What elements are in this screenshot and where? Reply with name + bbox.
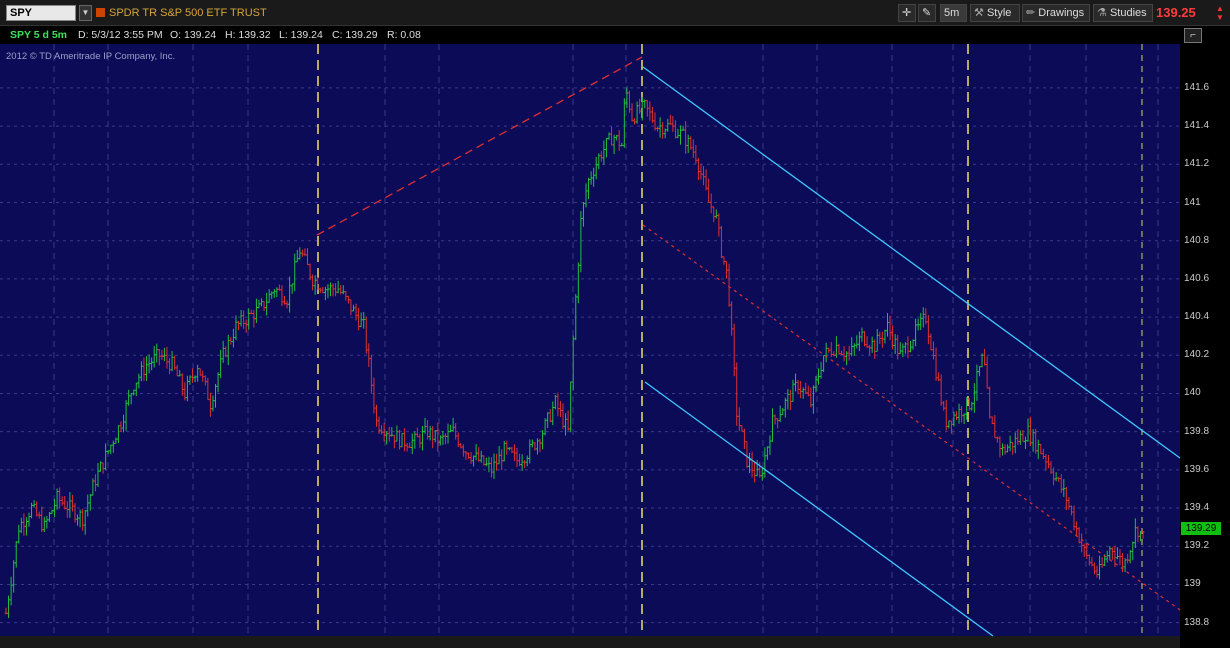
current-price-tag: 139.29 bbox=[1181, 522, 1221, 536]
price-axis-label: 141.2 bbox=[1184, 158, 1210, 170]
price-axis-label: 139.2 bbox=[1184, 540, 1210, 552]
price-axis-label: 139.6 bbox=[1184, 463, 1210, 475]
price-axis-label: 138.8 bbox=[1184, 616, 1210, 628]
chart-svg bbox=[0, 44, 1181, 637]
price-axis-label: 140.2 bbox=[1184, 349, 1210, 361]
price-axis-label: 141.4 bbox=[1184, 120, 1210, 132]
price-axis-label: 140.6 bbox=[1184, 272, 1210, 284]
copyright-notice: 2012 © TD Ameritrade IP Company, Inc. bbox=[6, 51, 176, 62]
channel-lower-line bbox=[644, 381, 994, 637]
price-axis-label: 141.6 bbox=[1184, 81, 1210, 93]
trendline-dashed bbox=[316, 56, 643, 236]
price-axis-label: 139.4 bbox=[1184, 502, 1210, 514]
price-axis-label: 139 bbox=[1184, 578, 1201, 590]
price-axis-label: 140.8 bbox=[1184, 234, 1210, 246]
price-axis-label: 140.4 bbox=[1184, 311, 1210, 323]
price-axis-label: 139.8 bbox=[1184, 425, 1210, 437]
channel-midline bbox=[642, 224, 1181, 611]
price-axis-label: 140 bbox=[1184, 387, 1201, 399]
price-axis-label: 141 bbox=[1184, 196, 1201, 208]
